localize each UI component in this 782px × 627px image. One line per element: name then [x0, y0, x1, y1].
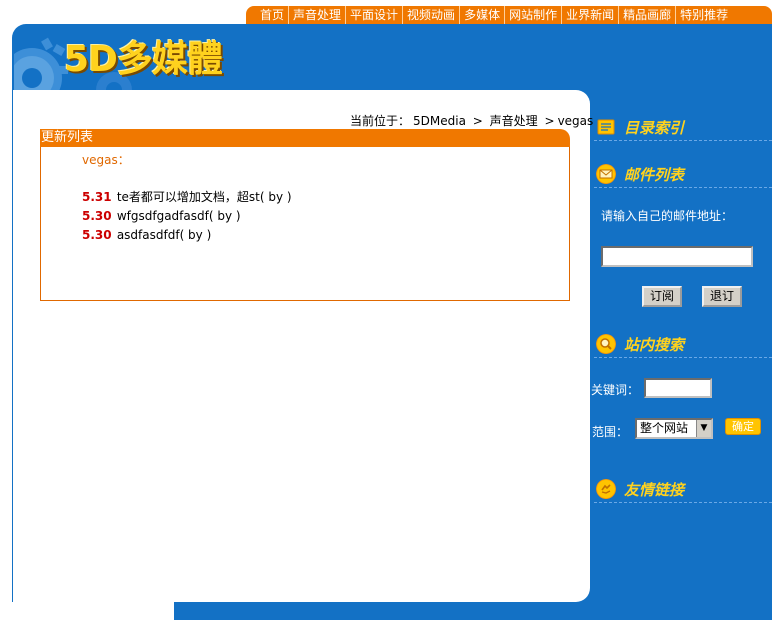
- divider: [594, 187, 772, 188]
- mail-title: 邮件列表: [624, 166, 685, 184]
- updates-category[interactable]: vegas：: [82, 151, 130, 168]
- top-nav: 首页 声音处理 平面设计 视频动画 多媒体 网站制作 业界新闻 精品画廊 特别推…: [246, 6, 772, 24]
- handshake-icon: [596, 479, 616, 499]
- list-item[interactable]: 5.30 asdfasdfdf( by ): [82, 226, 292, 245]
- index-title[interactable]: 目录索引: [624, 117, 684, 138]
- book-icon: [597, 119, 615, 135]
- search-title: 站内搜索: [624, 336, 685, 354]
- magnifier-icon: [596, 334, 616, 354]
- envelope-icon: [596, 164, 616, 184]
- breadcrumb: 当前位于： 5DMedia > 声音处理 > vegas: [350, 112, 596, 129]
- range-select[interactable]: 整个网站 ▼: [635, 418, 713, 439]
- subscribe-button[interactable]: 订阅: [642, 286, 682, 307]
- entry-date: 5.30: [82, 228, 112, 242]
- nav-item-home[interactable]: 首页: [256, 6, 290, 24]
- nav-item-web[interactable]: 网站制作: [505, 6, 563, 24]
- range-selected: 整个网站: [640, 421, 689, 435]
- entry-date: 5.31: [82, 190, 112, 204]
- chevron-down-icon[interactable]: ▼: [696, 420, 711, 437]
- updates-box: vegas： 5.31 te者都可以增加文档，超st( by ) 5.30 wf…: [40, 147, 570, 301]
- breadcrumb-current[interactable]: vegas: [558, 114, 594, 128]
- entry-date: 5.30: [82, 209, 112, 223]
- divider: [594, 502, 772, 503]
- nav-item-news[interactable]: 业界新闻: [562, 6, 620, 24]
- nav-item-graphic[interactable]: 平面设计: [346, 6, 404, 24]
- breadcrumb-separator: >: [472, 114, 483, 128]
- search-ok-button[interactable]: 确定: [725, 418, 761, 435]
- email-field[interactable]: [601, 246, 753, 267]
- entry-title[interactable]: wfgsdfgadfasdf( by ): [117, 209, 241, 223]
- range-label: 范围：: [592, 425, 629, 439]
- mail-prompt: 请输入自己的邮件地址：: [601, 209, 734, 223]
- nav-item-video[interactable]: 视频动画: [403, 6, 461, 24]
- breadcrumb-category[interactable]: 声音处理: [490, 114, 538, 128]
- breadcrumb-separator: >: [544, 114, 555, 128]
- keyword-label: 关键词：: [591, 383, 640, 397]
- updates-list: 5.31 te者都可以增加文档，超st( by ) 5.30 wfgsdfgad…: [82, 188, 292, 245]
- entry-title[interactable]: asdfasdfdf( by ): [117, 228, 211, 242]
- divider: [594, 357, 772, 358]
- nav-item-multimedia[interactable]: 多媒体: [460, 6, 506, 24]
- search-input[interactable]: [644, 378, 712, 398]
- breadcrumb-site[interactable]: 5DMedia: [413, 114, 466, 128]
- site-logo[interactable]: 5D多媒體: [64, 30, 223, 82]
- list-item[interactable]: 5.30 wfgsdfgadfasdf( by ): [82, 207, 292, 226]
- frame-gap: [12, 602, 174, 622]
- breadcrumb-prefix: 当前位于：: [350, 114, 411, 128]
- mail-section-header: 邮件列表: [594, 161, 772, 189]
- nav-item-audio[interactable]: 声音处理: [289, 6, 347, 24]
- nav-item-featured[interactable]: 特别推荐: [676, 6, 732, 24]
- unsubscribe-button[interactable]: 退订: [702, 286, 742, 307]
- search-section-header: 站内搜索: [594, 331, 772, 359]
- nav-item-gallery[interactable]: 精品画廊: [619, 6, 677, 24]
- updates-header: 更新列表: [40, 129, 570, 147]
- divider: [594, 140, 772, 141]
- entry-title[interactable]: te者都可以增加文档，超st( by ): [117, 190, 292, 204]
- index-section-header: 目录索引: [594, 114, 772, 142]
- links-title: 友情链接: [624, 481, 685, 499]
- list-item[interactable]: 5.31 te者都可以增加文档，超st( by ): [82, 188, 292, 207]
- links-section-header: 友情链接: [594, 476, 772, 504]
